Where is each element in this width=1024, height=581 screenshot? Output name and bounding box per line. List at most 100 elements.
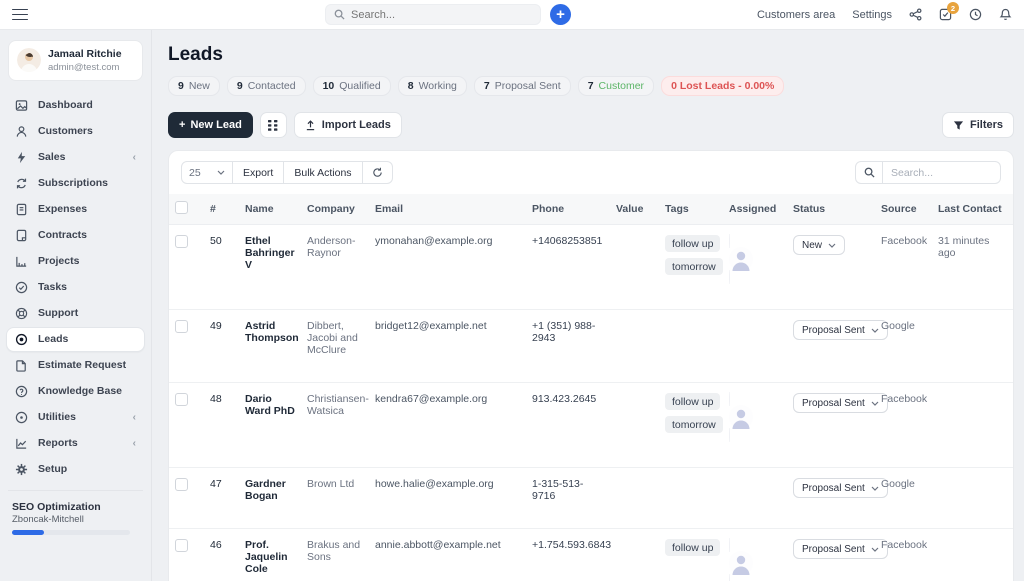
- table-row[interactable]: 49 Astrid Thompson Dibbert, Jacobi and M…: [169, 310, 1013, 383]
- summary-badge-contacted[interactable]: 9Contacted: [227, 76, 306, 96]
- lead-name[interactable]: Ethel Bahringer V: [239, 225, 301, 310]
- sidebar-item-support[interactable]: Support: [6, 301, 145, 326]
- header-number[interactable]: #: [204, 194, 239, 225]
- header-assigned[interactable]: Assigned: [723, 194, 787, 225]
- sidebar-item-subscriptions[interactable]: Subscriptions: [6, 171, 145, 196]
- customers-area-link[interactable]: Customers area: [757, 9, 835, 21]
- user-card[interactable]: Jamaal Ritchie admin@test.com: [8, 40, 143, 81]
- select-all-checkbox[interactable]: [175, 201, 188, 214]
- table-search-button[interactable]: [855, 161, 883, 184]
- table-row[interactable]: 47 Gardner Bogan Brown Ltd howe.halie@ex…: [169, 468, 1013, 529]
- table-row[interactable]: 48 Dario Ward PhD Christiansen-Watsica k…: [169, 383, 1013, 468]
- lead-name[interactable]: Dario Ward PhD: [239, 383, 301, 468]
- table-search-input[interactable]: [883, 161, 1001, 184]
- row-checkbox[interactable]: [175, 320, 188, 333]
- refresh-button[interactable]: [363, 161, 393, 184]
- lead-email[interactable]: howe.halie@example.org: [369, 468, 526, 529]
- header-tags[interactable]: Tags: [659, 194, 723, 225]
- row-checkbox[interactable]: [175, 539, 188, 552]
- tag-chip[interactable]: tomorrow: [665, 416, 723, 433]
- lead-name[interactable]: Astrid Thompson: [239, 310, 301, 383]
- summary-badge-new[interactable]: 9New: [168, 76, 220, 96]
- sidebar-item-tasks[interactable]: Tasks: [6, 275, 145, 300]
- settings-link[interactable]: Settings: [852, 9, 892, 21]
- header-source[interactable]: Source: [875, 194, 932, 225]
- table-row[interactable]: 46 Prof. Jaquelin Cole Brakus and Sons a…: [169, 529, 1013, 581]
- summary-badge-qualified[interactable]: 10Qualified: [313, 76, 391, 96]
- sidebar-item-utilities[interactable]: Utilities ‹: [6, 405, 145, 430]
- summary-badge-proposal-sent[interactable]: 7Proposal Sent: [474, 76, 571, 96]
- header-status[interactable]: Status: [787, 194, 875, 225]
- sidebar-item-estimate-request[interactable]: Estimate Request: [6, 353, 145, 378]
- sidebar-item-leads[interactable]: Leads: [6, 327, 145, 352]
- export-button[interactable]: Export: [233, 161, 284, 184]
- new-lead-button[interactable]: +New Lead: [168, 112, 253, 138]
- assigned-avatar[interactable]: [729, 392, 781, 442]
- lead-status-dropdown[interactable]: Proposal Sent: [793, 478, 888, 498]
- header-select-all[interactable]: [169, 194, 204, 225]
- tag-chip[interactable]: follow up: [665, 539, 720, 556]
- bulk-actions-button[interactable]: Bulk Actions: [284, 161, 362, 184]
- todo-icon[interactable]: 2: [939, 8, 952, 21]
- tag-chip[interactable]: tomorrow: [665, 258, 723, 275]
- header-company[interactable]: Company: [301, 194, 369, 225]
- import-leads-button[interactable]: Import Leads: [294, 112, 402, 138]
- header-phone[interactable]: Phone: [526, 194, 610, 225]
- hamburger-menu-icon[interactable]: [12, 9, 28, 21]
- lead-source: Google: [875, 310, 932, 383]
- header-created[interactable]: Cre: [1012, 194, 1013, 225]
- lead-email[interactable]: annie.abbott@example.net: [369, 529, 526, 581]
- bell-icon[interactable]: [999, 8, 1012, 21]
- share-icon[interactable]: [909, 8, 922, 21]
- lead-email[interactable]: ymonahan@example.org: [369, 225, 526, 310]
- table-row[interactable]: 50 Ethel Bahringer V Anderson-Raynor ymo…: [169, 225, 1013, 310]
- header-last-contact[interactable]: Last Contact: [932, 194, 1012, 225]
- lead-phone[interactable]: +1 (351) 988-2943: [526, 310, 610, 383]
- lead-status-label: Proposal Sent: [802, 325, 865, 336]
- lead-status-dropdown[interactable]: Proposal Sent: [793, 539, 888, 559]
- lead-phone[interactable]: +14068253851: [526, 225, 610, 310]
- seo-project-title[interactable]: SEO Optimization: [6, 499, 145, 513]
- sidebar-item-sales[interactable]: Sales ‹: [6, 145, 145, 170]
- quick-add-button[interactable]: +: [550, 4, 571, 25]
- lead-phone[interactable]: 1-315-513-9716: [526, 468, 610, 529]
- sidebar-item-expenses[interactable]: Expenses: [6, 197, 145, 222]
- sidebar: Jamaal Ritchie admin@test.com Dashboard …: [0, 30, 152, 581]
- sidebar-item-customers[interactable]: Customers: [6, 119, 145, 144]
- sidebar-item-setup[interactable]: Setup: [6, 457, 145, 482]
- sidebar-item-projects[interactable]: Projects: [6, 249, 145, 274]
- global-search-input[interactable]: [351, 9, 532, 21]
- tag-chip[interactable]: follow up: [665, 235, 720, 252]
- lead-phone[interactable]: +1.754.593.6843: [526, 529, 610, 581]
- lead-name[interactable]: Prof. Jaquelin Cole: [239, 529, 301, 581]
- row-checkbox[interactable]: [175, 478, 188, 491]
- header-email[interactable]: Email: [369, 194, 526, 225]
- sidebar-item-reports[interactable]: Reports ‹: [6, 431, 145, 456]
- lead-email[interactable]: kendra67@example.org: [369, 383, 526, 468]
- summary-badge-customer[interactable]: 7Customer: [578, 76, 654, 96]
- sidebar-item-label: Sales: [38, 151, 65, 163]
- tag-chip[interactable]: follow up: [665, 393, 720, 410]
- sidebar-item-dashboard[interactable]: Dashboard: [6, 93, 145, 118]
- row-checkbox[interactable]: [175, 393, 188, 406]
- global-search[interactable]: [325, 4, 541, 25]
- lead-status-dropdown[interactable]: Proposal Sent: [793, 393, 888, 413]
- page-size-select[interactable]: 25: [181, 161, 233, 184]
- filters-button[interactable]: Filters: [942, 112, 1014, 138]
- sidebar-item-contracts[interactable]: Contracts: [6, 223, 145, 248]
- sidebar-item-knowledge-base[interactable]: Knowledge Base: [6, 379, 145, 404]
- header-name[interactable]: Name: [239, 194, 301, 225]
- clock-icon[interactable]: [969, 8, 982, 21]
- assigned-avatar[interactable]: [729, 234, 781, 284]
- lead-email[interactable]: bridget12@example.net: [369, 310, 526, 383]
- row-checkbox[interactable]: [175, 235, 188, 248]
- lead-phone[interactable]: 913.423.2645: [526, 383, 610, 468]
- lost-leads-badge[interactable]: 0 Lost Leads - 0.00%: [661, 76, 784, 96]
- lead-name[interactable]: Gardner Bogan: [239, 468, 301, 529]
- view-toggle-button[interactable]: [260, 112, 287, 138]
- header-value[interactable]: Value: [610, 194, 659, 225]
- summary-badge-working[interactable]: 8Working: [398, 76, 467, 96]
- lead-status-dropdown[interactable]: New: [793, 235, 845, 255]
- assigned-avatar[interactable]: [729, 538, 781, 581]
- lead-status-dropdown[interactable]: Proposal Sent: [793, 320, 888, 340]
